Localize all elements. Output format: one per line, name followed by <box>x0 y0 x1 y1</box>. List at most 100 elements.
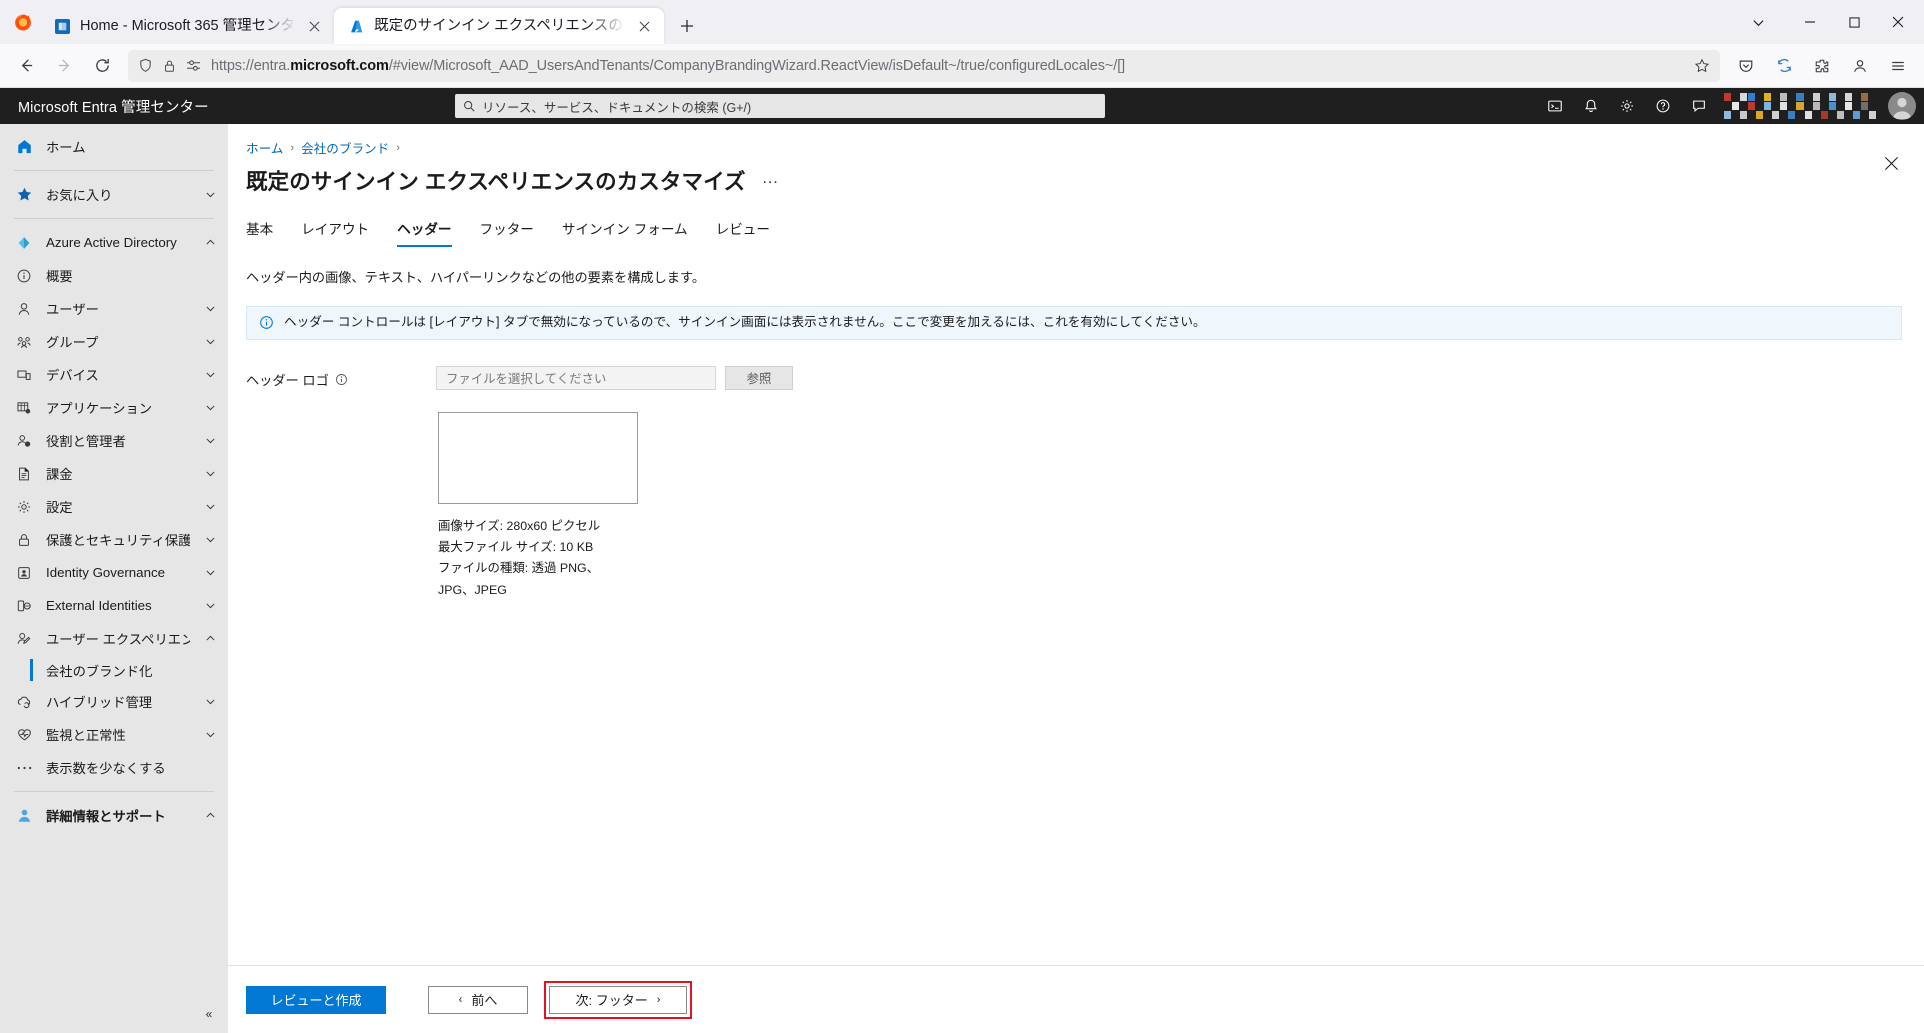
sidebar-item-overview[interactable]: 概要 <box>0 259 228 292</box>
chevron-down-icon[interactable] <box>202 189 218 200</box>
sidebar-item-monitoring-and-health[interactable]: 監視と正常性 <box>0 718 228 751</box>
ellipsis-icon <box>14 765 34 771</box>
permissions-icon[interactable] <box>186 59 201 72</box>
notifications-icon[interactable] <box>1574 88 1608 124</box>
sidebar-item-billing[interactable]: 課金 <box>0 457 228 490</box>
sidebar-item-favorites[interactable]: お気に入り <box>0 178 228 211</box>
sidebar-item-user-experience[interactable]: ユーザー エクスペリエンス <box>0 622 228 655</box>
sidebar-item-external-identities[interactable]: External Identities <box>0 589 228 622</box>
sidebar-item-applications[interactable]: アプリケーション <box>0 391 228 424</box>
sidebar-subitem-company-branding[interactable]: 会社のブランド化 <box>0 655 228 685</box>
chevron-up-icon[interactable] <box>202 810 218 821</box>
sidebar-item-learn-and-support[interactable]: 詳細情報とサポート <box>0 799 228 832</box>
chevron-down-icon[interactable] <box>202 567 218 578</box>
global-search-placeholder: リソース、サービス、ドキュメントの検索 (G+/) <box>482 100 752 115</box>
more-options-button[interactable]: … <box>762 169 780 192</box>
entra-brand-title[interactable]: Microsoft Entra 管理センター <box>0 96 209 117</box>
file-types-line-1: ファイルの種類: 透過 PNG、 <box>438 561 600 576</box>
tab-review[interactable]: レビュー <box>702 218 784 247</box>
previous-button[interactable]: ‹ 前へ <box>428 985 528 1014</box>
feedback-icon[interactable] <box>1682 88 1716 124</box>
sidebar-item-groups[interactable]: グループ <box>0 325 228 358</box>
review-and-create-button[interactable]: レビューと作成 <box>246 985 386 1014</box>
browse-button[interactable]: 参照 <box>725 365 793 390</box>
extensions-icon[interactable] <box>1804 50 1840 82</box>
browser-tab-2[interactable]: 既定のサインイン エクスペリエンスの力 <box>334 8 665 44</box>
tab-layout[interactable]: レイアウト <box>287 218 383 247</box>
chevron-down-icon[interactable] <box>202 435 218 446</box>
main-content: ホーム › 会社のブランド › 既定のサインイン エクスペリエンスのカスタマイズ… <box>228 124 1924 1033</box>
settings-gear-icon[interactable] <box>1610 88 1644 124</box>
account-icon[interactable] <box>1842 50 1878 82</box>
chevron-up-icon[interactable] <box>202 633 218 644</box>
sidebar-item-azure-active-directory[interactable]: Azure Active Directory <box>0 226 228 259</box>
chevron-down-icon[interactable] <box>202 402 218 413</box>
image-size-line: 画像サイズ: 280x60 ピクセル <box>438 518 601 533</box>
reload-icon[interactable] <box>84 50 120 82</box>
previous-button-label: 前へ <box>471 993 498 1008</box>
url-bar[interactable]: https://entra.microsoft.com/#view/Micros… <box>128 49 1720 82</box>
sidebar-item-settings[interactable]: 設定 <box>0 490 228 523</box>
close-blade-button[interactable] <box>1880 152 1902 174</box>
sidebar-item-protection-and-security[interactable]: 保護とセキュリティ保護 <box>0 523 228 556</box>
breadcrumb-item-company-branding[interactable]: 会社のブランド <box>301 138 389 157</box>
back-arrow-icon[interactable] <box>8 50 44 82</box>
chevron-down-icon[interactable] <box>202 600 218 611</box>
chevron-down-icon[interactable] <box>202 696 218 707</box>
sidebar-item-hybrid-management[interactable]: ハイブリッド管理 <box>0 685 228 718</box>
sidebar-item-users[interactable]: ユーザー <box>0 292 228 325</box>
breadcrumb-item-home[interactable]: ホーム <box>246 138 283 157</box>
chevron-down-icon[interactable] <box>202 729 218 740</box>
close-icon[interactable] <box>304 16 324 36</box>
billing-icon <box>14 466 34 482</box>
device-icon <box>14 367 34 383</box>
entra-top-header: Microsoft Entra 管理センター リソース、サービス、ドキュメントの… <box>0 88 1924 124</box>
roles-admin-icon <box>14 433 34 449</box>
maximize-icon[interactable] <box>1832 6 1876 38</box>
search-icon <box>463 100 475 112</box>
avatar[interactable] <box>1888 92 1916 120</box>
next-footer-button[interactable]: 次: フッター › <box>549 985 687 1014</box>
new-tab-button[interactable] <box>670 9 704 43</box>
sidebar-item-devices[interactable]: デバイス <box>0 358 228 391</box>
chevron-down-icon[interactable] <box>202 534 218 545</box>
chevron-down-icon[interactable] <box>202 501 218 512</box>
sidebar-item-roles-and-administrators[interactable]: 役割と管理者 <box>0 424 228 457</box>
chevron-down-icon[interactable] <box>202 369 218 380</box>
tab-footer[interactable]: フッター <box>466 218 548 247</box>
global-search-input[interactable]: リソース、サービス、ドキュメントの検索 (G+/) <box>455 94 1105 118</box>
chevron-up-icon[interactable] <box>202 237 218 248</box>
sidebar-item-identity-governance[interactable]: Identity Governance <box>0 556 228 589</box>
info-banner-text: ヘッダー コントロールは [レイアウト] タブで無効になっているので、サインイン… <box>284 315 1206 329</box>
help-question-icon[interactable] <box>1646 88 1680 124</box>
header-logo-file-input[interactable]: ファイルを選択してください <box>436 365 716 390</box>
info-circle-icon[interactable] <box>335 373 348 386</box>
chevron-down-icon[interactable] <box>202 336 218 347</box>
browser-tab-1-title: Home - Microsoft 365 管理センタ <box>80 17 296 34</box>
minimize-icon[interactable] <box>1788 6 1832 38</box>
chevron-down-icon[interactable] <box>202 303 218 314</box>
sidebar-item-devices-label: デバイス <box>46 368 99 383</box>
tab-basics[interactable]: 基本 <box>246 218 287 247</box>
hamburger-menu-icon[interactable] <box>1880 50 1916 82</box>
close-icon[interactable] <box>634 16 654 36</box>
cloud-shell-icon[interactable] <box>1538 88 1572 124</box>
sidebar-collapse-button[interactable]: « <box>198 1003 220 1025</box>
pocket-icon[interactable] <box>1728 50 1764 82</box>
chevron-down-icon[interactable] <box>202 468 218 479</box>
tab-sign-in-form[interactable]: サインイン フォーム <box>548 218 702 247</box>
home-icon <box>14 138 34 155</box>
sidebar-item-show-less[interactable]: 表示数を少なくする <box>0 751 228 784</box>
sync-icon[interactable] <box>1766 50 1802 82</box>
chevron-left-icon: ‹ <box>458 993 463 1006</box>
bookmark-star-icon[interactable] <box>1694 58 1710 74</box>
browser-tab-1[interactable]: Home - Microsoft 365 管理センタ <box>40 8 334 44</box>
sidebar-item-home[interactable]: ホーム <box>0 130 228 163</box>
entra-header-actions <box>1538 88 1924 124</box>
chevron-down-icon[interactable] <box>1736 6 1780 38</box>
sidebar-navigation: ホーム お気に入り Azure Active Directory 概要 ユーザー… <box>0 124 228 1033</box>
window-close-icon[interactable] <box>1876 6 1920 38</box>
sidebar-item-user-experience-label: ユーザー エクスペリエンス <box>46 632 190 647</box>
sidebar-item-azure-active-directory-label: Azure Active Directory <box>46 235 177 250</box>
tab-header[interactable]: ヘッダー <box>383 218 465 247</box>
